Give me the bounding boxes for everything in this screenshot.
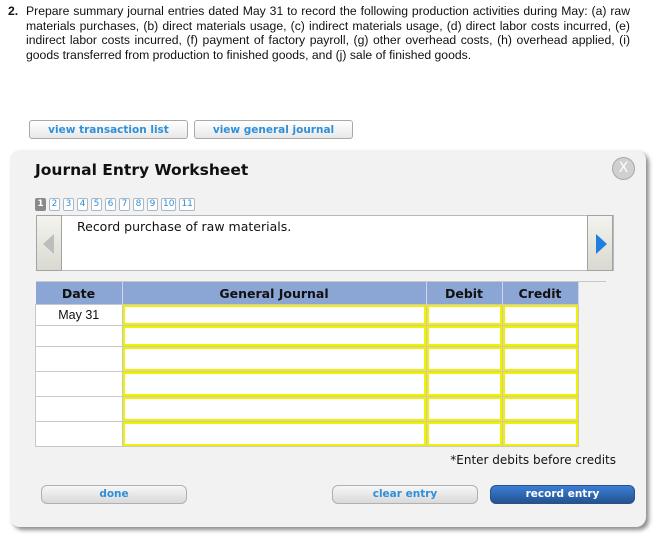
credit-input[interactable]	[502, 372, 578, 396]
table-row	[35, 396, 579, 422]
header-general-journal: General Journal	[122, 282, 427, 305]
done-button[interactable]: done	[41, 485, 187, 504]
debit-input[interactable]	[426, 305, 502, 325]
debit-input[interactable]	[426, 422, 502, 446]
credit-input[interactable]	[502, 326, 578, 346]
record-entry-button[interactable]: record entry	[490, 485, 635, 504]
worksheet-title: Journal Entry Worksheet	[35, 161, 249, 179]
account-input[interactable]	[122, 326, 426, 346]
journal-table: Date General Journal Debit Credit May 31	[35, 282, 579, 447]
account-cell	[121, 396, 427, 422]
header-debit: Debit	[426, 282, 503, 305]
clear-entry-button[interactable]: clear entry	[332, 485, 478, 504]
debits-before-credits-note: *Enter debits before credits	[450, 453, 616, 467]
table-row	[35, 371, 579, 397]
credit-cell	[501, 421, 579, 447]
date-cell	[35, 346, 123, 372]
tab-10[interactable]: 10	[161, 198, 177, 211]
date-cell	[35, 421, 123, 447]
view-general-journal-button[interactable]: view general journal	[194, 120, 353, 139]
account-cell	[121, 421, 427, 447]
debit-cell	[425, 304, 503, 326]
account-cell	[121, 304, 427, 326]
account-cell	[121, 346, 427, 372]
journal-entry-worksheet-panel: Journal Entry Worksheet X 1 2 3 4 5 6 7 8 9 10 11 …	[10, 150, 646, 527]
table-row	[35, 346, 579, 372]
account-cell	[121, 325, 427, 347]
debit-cell	[425, 371, 503, 397]
account-input[interactable]	[122, 422, 426, 446]
date-cell	[35, 325, 123, 347]
tab-3[interactable]: 3	[63, 198, 74, 211]
account-cell	[121, 371, 427, 397]
tab-1[interactable]: 1	[35, 198, 46, 211]
previous-transaction-button[interactable]	[36, 215, 62, 271]
table-row	[35, 421, 579, 447]
table-header-row: Date General Journal Debit Credit	[35, 282, 579, 305]
date-cell: May 31	[35, 304, 123, 326]
question-prompt: 2. Prepare summary journal entries dated…	[8, 4, 630, 62]
account-input[interactable]	[122, 397, 426, 421]
table-row: May 31	[35, 304, 579, 326]
account-input[interactable]	[122, 372, 426, 396]
date-cell	[35, 396, 123, 422]
transaction-tabs: 1 2 3 4 5 6 7 8 9 10 11	[35, 198, 195, 211]
question-number: 2.	[8, 4, 19, 18]
debit-input[interactable]	[426, 347, 502, 371]
credit-input[interactable]	[502, 305, 578, 325]
chevron-right-icon	[596, 234, 607, 254]
date-cell	[35, 371, 123, 397]
question-text: Prepare summary journal entries dated Ma…	[26, 4, 630, 62]
tab-5[interactable]: 5	[91, 198, 102, 211]
tab-9[interactable]: 9	[147, 198, 158, 211]
credit-input[interactable]	[502, 397, 578, 421]
debit-input[interactable]	[426, 326, 502, 346]
debit-cell	[425, 346, 503, 372]
debit-cell	[425, 396, 503, 422]
header-date: Date	[35, 282, 123, 305]
tab-7[interactable]: 7	[119, 198, 130, 211]
tab-6[interactable]: 6	[105, 198, 116, 211]
debit-input[interactable]	[426, 372, 502, 396]
credit-cell	[501, 304, 579, 326]
transaction-description: Record purchase of raw materials.	[77, 219, 292, 234]
tab-2[interactable]: 2	[49, 198, 60, 211]
header-credit: Credit	[502, 282, 579, 305]
credit-cell	[501, 371, 579, 397]
credit-cell	[501, 396, 579, 422]
close-icon[interactable]: X	[612, 157, 635, 180]
credit-cell	[501, 346, 579, 372]
tab-4[interactable]: 4	[77, 198, 88, 211]
next-transaction-button[interactable]	[587, 215, 613, 271]
debit-cell	[425, 421, 503, 447]
tab-11[interactable]: 11	[179, 198, 195, 211]
credit-input[interactable]	[502, 422, 578, 446]
account-input[interactable]	[122, 305, 426, 325]
account-input[interactable]	[122, 347, 426, 371]
chevron-left-icon	[43, 234, 54, 254]
debit-input[interactable]	[426, 397, 502, 421]
credit-input[interactable]	[502, 347, 578, 371]
debit-cell	[425, 325, 503, 347]
table-row	[35, 325, 579, 347]
credit-cell	[501, 325, 579, 347]
tab-8[interactable]: 8	[133, 198, 144, 211]
view-transaction-list-button[interactable]: view transaction list	[29, 120, 188, 139]
